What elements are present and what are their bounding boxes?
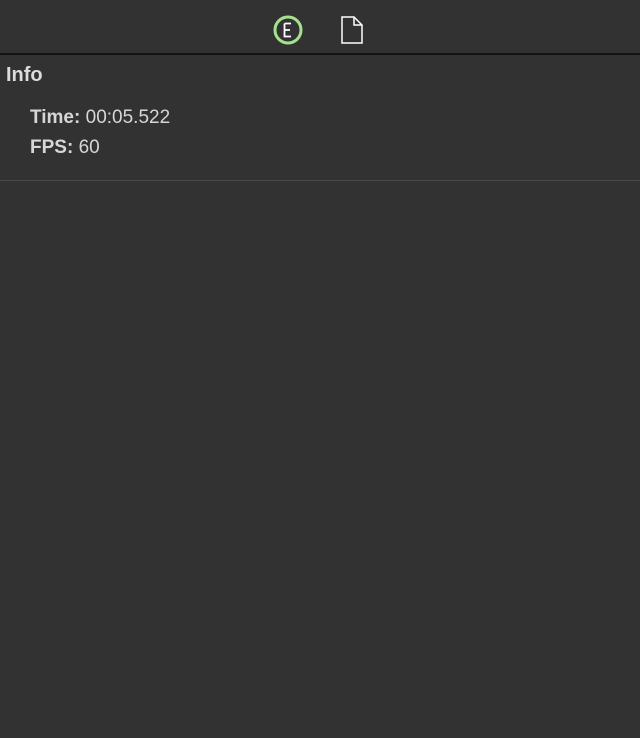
time-row: Time: 00:05.522 — [30, 103, 634, 133]
explorer-button[interactable] — [271, 14, 305, 46]
fps-row: FPS: 60 — [30, 133, 634, 163]
document-button[interactable] — [335, 14, 369, 46]
info-panel: Info Time: 00:05.522 FPS: 60 — [0, 55, 640, 163]
panel-divider — [0, 180, 640, 181]
time-label: Time: — [30, 107, 81, 128]
info-panel-title: Info — [6, 64, 43, 86]
fps-value: 60 — [78, 137, 100, 158]
fps-label: FPS: — [30, 137, 74, 158]
time-value: 00:05.522 — [85, 107, 171, 128]
toolbar — [0, 0, 640, 55]
circled-e-icon — [273, 15, 303, 45]
document-icon — [341, 16, 363, 44]
info-list: Time: 00:05.522 FPS: 60 — [30, 103, 634, 163]
